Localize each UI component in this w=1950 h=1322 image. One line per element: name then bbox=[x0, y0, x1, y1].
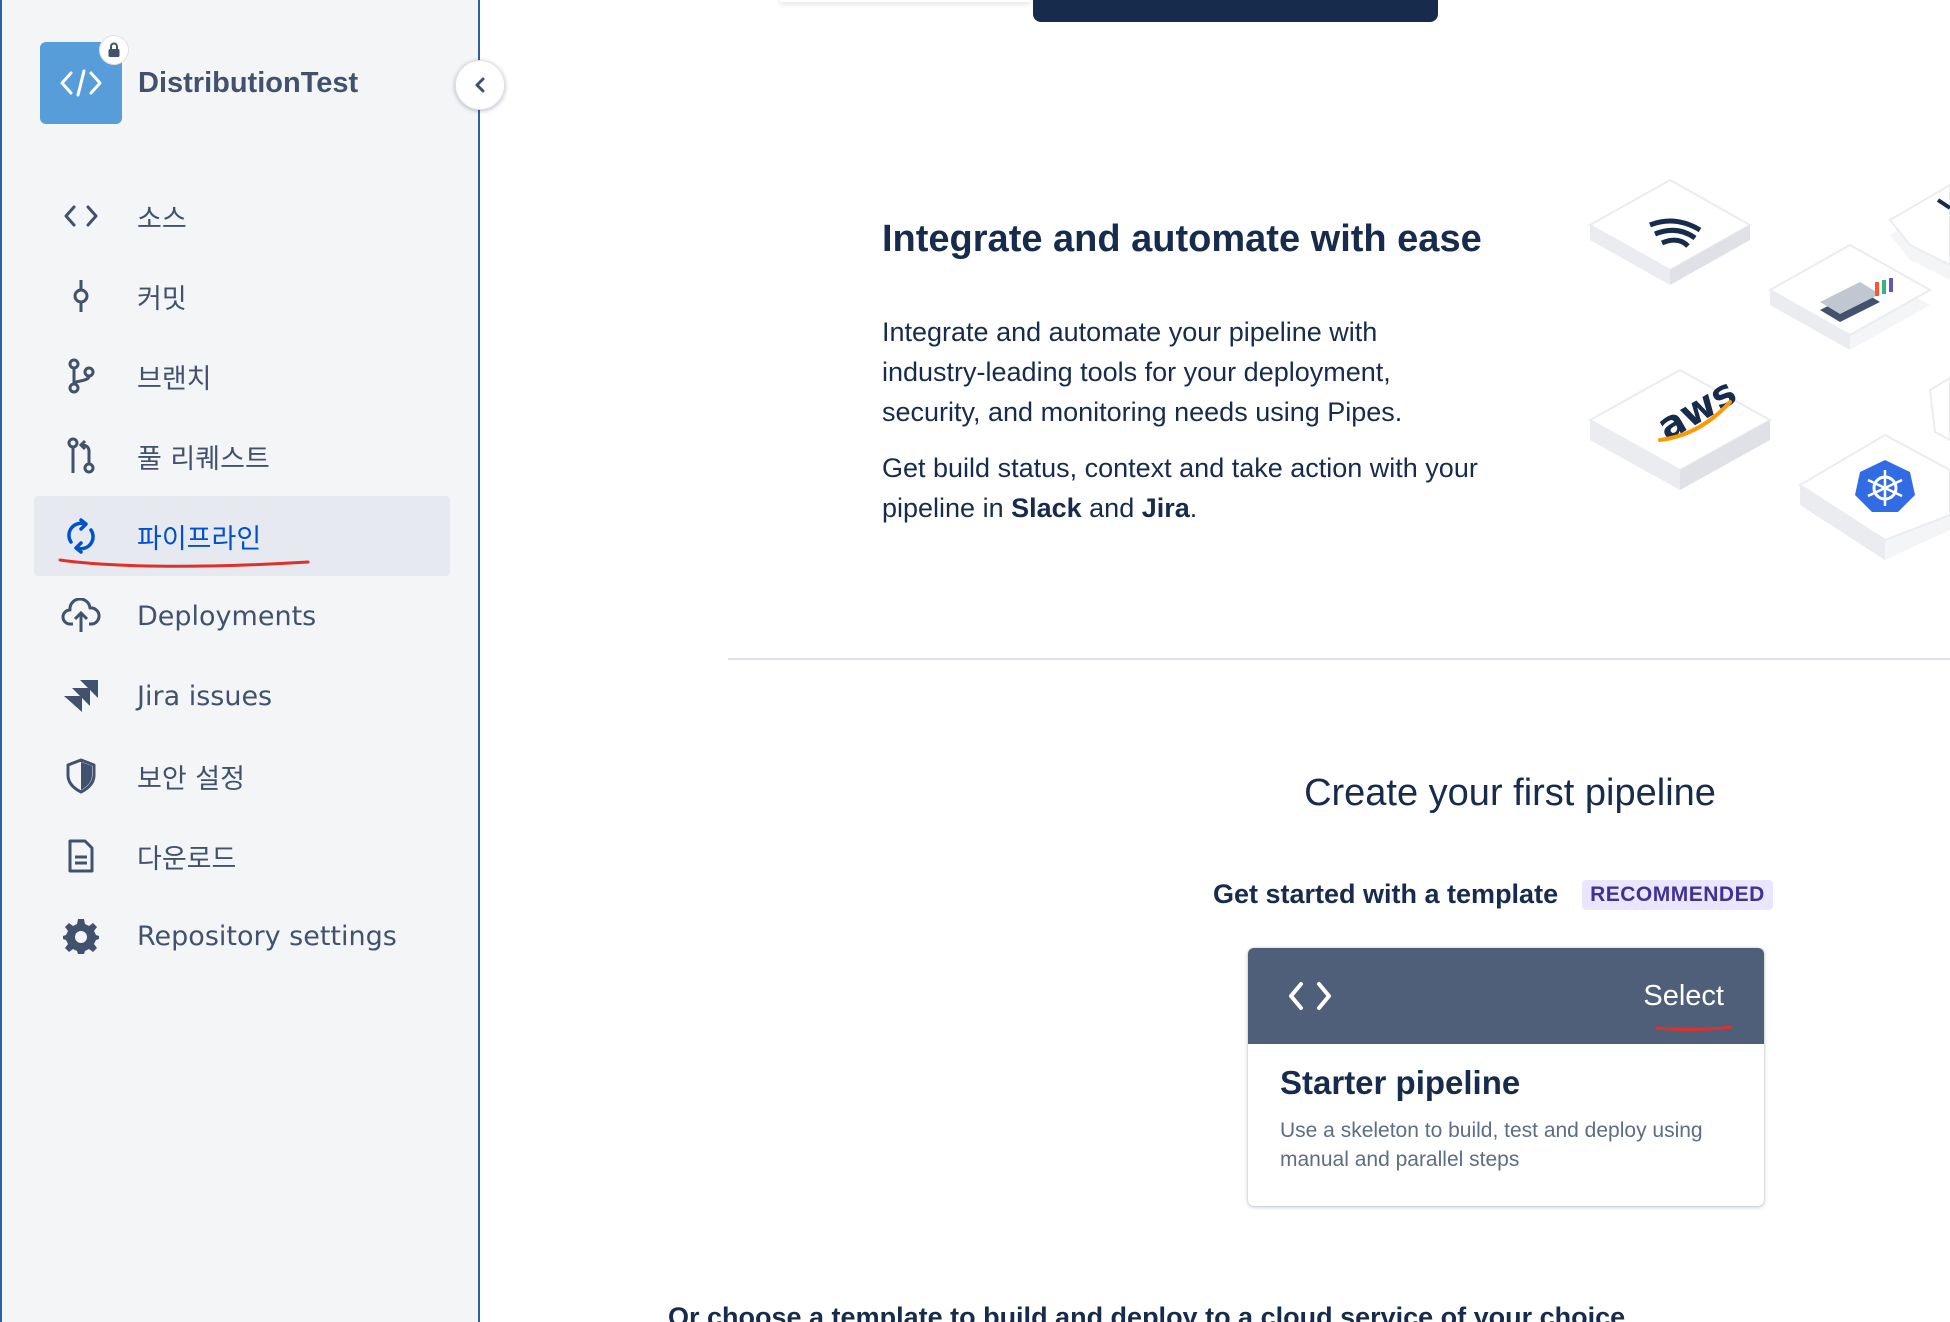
document-icon bbox=[56, 831, 106, 881]
integrate-paragraph-2: Get build status, context and take actio… bbox=[882, 448, 1482, 528]
integration-tile bbox=[1587, 178, 1753, 285]
section-divider bbox=[728, 658, 1950, 660]
collapse-sidebar-button[interactable] bbox=[455, 60, 505, 110]
code-icon bbox=[1289, 982, 1331, 1010]
annotation-underline bbox=[58, 558, 310, 568]
lock-icon bbox=[100, 36, 128, 64]
template-section-label: Get started with a template bbox=[1213, 879, 1559, 909]
integrations-illustration: aws bbox=[1587, 178, 1950, 560]
sidebar-item-pull-requests[interactable]: 풀 리퀘스트 bbox=[34, 416, 450, 496]
code-icon bbox=[60, 69, 102, 97]
sidebar-item-label: 파이프라인 bbox=[137, 523, 262, 555]
jira-text: Jira bbox=[1141, 493, 1190, 523]
sidebar-item-label: 브랜치 bbox=[137, 363, 212, 395]
integration-tile bbox=[1767, 243, 1933, 350]
sidebar-item-source[interactable]: 소스 bbox=[34, 176, 450, 256]
sidebar-item-repository-settings[interactable]: Repository settings bbox=[34, 896, 450, 976]
select-template-button[interactable]: Select bbox=[1643, 979, 1733, 1031]
sidebar-item-label: Jira issues bbox=[137, 680, 273, 712]
sidebar-item-downloads[interactable]: 다운로드 bbox=[34, 816, 450, 896]
sidebar-item-label: 소스 bbox=[137, 203, 187, 235]
repo-header[interactable]: DistributionTest bbox=[40, 36, 359, 124]
card-header: Select bbox=[1248, 948, 1764, 1044]
sidebar-item-label: 커밋 bbox=[137, 283, 187, 315]
annotation-underline bbox=[1655, 1025, 1733, 1031]
chevron-left-icon bbox=[475, 77, 485, 93]
sidebar-item-label: 다운로드 bbox=[137, 843, 237, 875]
code-icon bbox=[56, 191, 106, 241]
sidebar-item-label: 풀 리퀘스트 bbox=[137, 443, 270, 475]
recommended-badge: RECOMMENDED bbox=[1582, 879, 1773, 910]
repo-name: DistributionTest bbox=[138, 66, 359, 99]
jira-icon bbox=[56, 671, 106, 721]
sidebar-item-jira-issues[interactable]: Jira issues bbox=[34, 656, 450, 736]
sidebar-item-pipelines[interactable]: 파이프라인 bbox=[34, 496, 450, 576]
integration-tile bbox=[1888, 183, 1950, 280]
pull-request-icon bbox=[56, 431, 106, 481]
card-body: Starter pipeline Use a skeleton to build… bbox=[1248, 1044, 1764, 1194]
top-card-edge bbox=[780, 0, 1030, 2]
repo-avatar bbox=[40, 36, 128, 124]
integrate-description: Integrate and automate your pipeline wit… bbox=[882, 312, 1482, 544]
sidebar-item-label: Deployments bbox=[137, 600, 317, 632]
integrate-title: Integrate and automate with ease bbox=[882, 218, 1482, 260]
sidebar-nav: 소스 커밋 브랜치 풀 리퀘스트 파이프라인 Deployments Jira … bbox=[34, 176, 450, 976]
integrate-paragraph-1: Integrate and automate your pipeline wit… bbox=[882, 317, 1403, 427]
cloud-template-heading: Or choose a template to build and deploy… bbox=[668, 1302, 1626, 1322]
sidebar-item-label: Repository settings bbox=[137, 920, 397, 952]
slack-text: Slack bbox=[1011, 493, 1082, 523]
sidebar-item-security[interactable]: 보안 설정 bbox=[34, 736, 450, 816]
paragraph-text: and bbox=[1081, 493, 1142, 523]
commit-icon bbox=[56, 271, 106, 321]
shield-icon bbox=[56, 751, 106, 801]
gear-icon bbox=[56, 911, 106, 961]
create-pipeline-title: Create your first pipeline bbox=[1304, 772, 1716, 814]
sidebar-item-commits[interactable]: 커밋 bbox=[34, 256, 450, 336]
pipeline-icon bbox=[56, 511, 106, 561]
card-title: Starter pipeline bbox=[1280, 1064, 1521, 1101]
select-label: Select bbox=[1643, 979, 1724, 1012]
cloud-upload-icon bbox=[56, 591, 106, 641]
integration-tile: aws bbox=[1587, 368, 1773, 490]
sidebar: DistributionTest 소스 커밋 브랜치 풀 리퀘스트 파이프라인 … bbox=[0, 0, 480, 1322]
starter-pipeline-card[interactable]: Select Starter pipeline Use a skeleton t… bbox=[1248, 948, 1764, 1206]
integration-tile bbox=[1928, 376, 1950, 442]
integration-tile bbox=[1798, 433, 1950, 560]
branch-icon bbox=[56, 351, 106, 401]
template-header: Get started with a template RECOMMENDED bbox=[1213, 879, 1773, 910]
sidebar-item-deployments[interactable]: Deployments bbox=[34, 576, 450, 656]
paragraph-text: . bbox=[1189, 493, 1198, 523]
top-action-button[interactable] bbox=[1033, 0, 1438, 22]
card-description: Use a skeleton to build, test and deploy… bbox=[1280, 1119, 1703, 1171]
sidebar-item-branches[interactable]: 브랜치 bbox=[34, 336, 450, 416]
sidebar-item-label: 보안 설정 bbox=[137, 763, 245, 795]
